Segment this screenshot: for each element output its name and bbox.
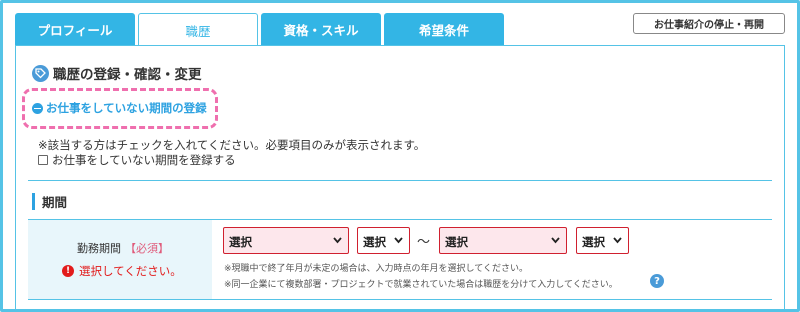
end-month-value: 選択 <box>582 235 605 249</box>
tab-profile[interactable]: プロフィール <box>15 13 135 45</box>
error-message: ! 選択してください。 <box>62 263 182 279</box>
period-heading-text: 期間 <box>42 195 68 210</box>
tab-qualifications-skills[interactable]: 資格・スキル <box>261 13 381 45</box>
chevron-down-icon <box>394 237 403 244</box>
employment-period-label: 勤務期間 【必須】 <box>77 240 169 256</box>
non-working-period-checkbox[interactable] <box>38 155 48 165</box>
start-month-value: 選択 <box>363 235 386 249</box>
divider <box>28 180 772 181</box>
content-right-border <box>784 45 785 312</box>
start-month-select[interactable]: 選択 <box>357 227 410 254</box>
stop-resume-button[interactable]: お仕事紹介の停止・再開 <box>633 13 785 34</box>
chevron-down-icon <box>613 237 622 244</box>
end-year-value: 選択 <box>445 235 468 249</box>
section-title: 職歴の登録・確認・変更 <box>32 63 202 83</box>
non-working-period-check-row: お仕事をしていない期間を登録する <box>38 152 236 168</box>
tab-bar: プロフィール 職歴 資格・スキル 希望条件 <box>15 13 507 46</box>
period-heading: 期間 <box>32 193 67 210</box>
end-month-select[interactable]: 選択 <box>576 227 629 254</box>
required-badge: 【必須】 <box>125 242 169 255</box>
non-working-period-label: お仕事をしていない期間の登録 <box>46 101 207 115</box>
chevron-down-icon <box>333 237 342 244</box>
checkbox-label: お仕事をしていない期間を登録する <box>52 153 236 167</box>
error-icon: ! <box>62 265 74 277</box>
field-label-cell: 勤務期間 【必須】 ! 選択してください。 <box>28 220 212 299</box>
check-instruction-note: ※該当する方はチェックを入れてください。必要項目のみが表示されます。 <box>38 138 426 152</box>
start-year-select[interactable]: 選択 <box>223 227 349 254</box>
current-job-note: ※現職中で終了年月が未定の場合は、入力時点の年月を選択してください。 <box>224 264 529 274</box>
content-left-border <box>15 45 16 312</box>
field-label-text: 勤務期間 <box>77 242 121 255</box>
tab-work-history[interactable]: 職歴 <box>138 13 258 46</box>
chevron-down-icon <box>551 237 560 244</box>
start-year-value: 選択 <box>229 235 252 249</box>
error-text: 選択してください。 <box>79 264 182 278</box>
tag-icon <box>32 64 49 82</box>
tab-preferences[interactable]: 希望条件 <box>384 13 504 45</box>
multiple-departments-note: ※同一企業にて複数部署・プロジェクトで就業されていた場合は職歴を分けて入力してく… <box>224 280 618 290</box>
section-title-text: 職歴の登録・確認・変更 <box>53 67 202 83</box>
minus-circle-icon <box>32 102 43 114</box>
range-separator: ～ <box>417 235 431 250</box>
end-year-select[interactable]: 選択 <box>439 227 567 254</box>
heading-accent-bar <box>32 193 35 210</box>
content-top-border <box>15 45 785 46</box>
help-icon[interactable]: ? <box>650 274 664 288</box>
non-working-period-toggle[interactable]: お仕事をしていない期間の登録 <box>32 100 207 116</box>
